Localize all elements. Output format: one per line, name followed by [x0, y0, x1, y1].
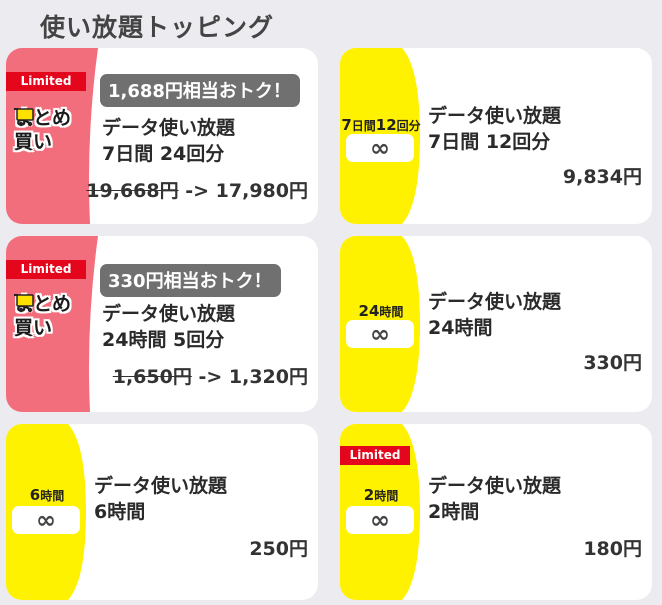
badge-line-2: 買い: [14, 131, 53, 153]
card-band: 6時間 ∞: [6, 424, 88, 600]
plan-title: データ使い放題: [102, 303, 236, 325]
plan-title: データ使い放題: [428, 291, 562, 313]
limited-tag: Limited: [6, 260, 86, 279]
section-title: 使い放題トッピング: [40, 13, 275, 42]
label-unit-a: 時間: [374, 489, 399, 503]
old-price: 1,650円: [112, 366, 192, 388]
label-num-b: 12: [375, 116, 397, 134]
matome-gai-badge: まとめ 買い: [14, 292, 80, 348]
new-price: 17,980円: [215, 180, 308, 202]
topping-card-7days-12[interactable]: 7日間12回分 ∞ データ使い放題 7日間 12回分 9,834円: [340, 48, 652, 224]
plan-subtitle: 7日間 12回分: [428, 131, 551, 153]
label-num-a: 6: [29, 486, 41, 504]
old-price: 19,668円: [86, 180, 179, 202]
topping-card-7days-24[interactable]: Limited まとめ 買い 1,688円相当おトク！ データ使い放題 7日間 …: [6, 48, 318, 224]
label-num-a: 7: [341, 116, 352, 134]
price-line: 1,650円 -> 1,320円: [113, 362, 308, 389]
plan-subtitle: 24時間: [428, 317, 493, 339]
card-band: Limited まとめ 買い: [6, 236, 98, 412]
plan-subtitle: 7日間 24回分: [102, 143, 225, 165]
shopping-cart-icon: [14, 294, 34, 313]
plan-title: データ使い放題: [94, 475, 228, 497]
price-line: 250円: [249, 538, 308, 560]
card-band: 24時間 ∞: [340, 236, 422, 412]
topping-card-6h[interactable]: 6時間 ∞ データ使い放題 6時間 250円: [6, 424, 318, 600]
plan-title: データ使い放題: [428, 475, 562, 497]
limited-tag: Limited: [340, 446, 410, 465]
limited-tag: Limited: [6, 72, 86, 91]
label-unit-b: 回分: [396, 119, 421, 133]
plan-subtitle: 2時間: [428, 501, 480, 523]
price-line: 9,834円: [562, 166, 642, 188]
topping-card-2h[interactable]: Limited 2時間 ∞ データ使い放題 2時間 180円: [340, 424, 652, 600]
label-unit-a: 時間: [379, 305, 404, 319]
duration-label: 24時間: [340, 302, 422, 320]
price-line: 180円: [583, 538, 642, 560]
duration-label: 7日間12回分: [340, 116, 422, 134]
savings-pill: 1,688円相当おトク！: [100, 74, 300, 107]
label-unit-a: 日間: [351, 119, 376, 133]
topping-card-24h-5[interactable]: Limited まとめ 買い 330円相当おトク！ データ使い放題 24時間 5…: [6, 236, 318, 412]
plan-subtitle: 24時間 5回分: [102, 329, 225, 351]
card-band: Limited まとめ 買い: [6, 48, 98, 224]
price-line: 19,668円 -> 17,980円: [86, 176, 308, 203]
plan-title: データ使い放題: [428, 105, 562, 127]
arrow-text: ->: [178, 180, 216, 202]
shopping-cart-icon: [14, 108, 34, 127]
duration-label: 6時間: [6, 486, 88, 504]
card-band: Limited 2時間 ∞: [340, 424, 422, 600]
label-num-a: 2: [363, 486, 375, 504]
duration-label: 2時間: [340, 486, 422, 504]
card-band: 7日間12回分 ∞: [340, 48, 422, 224]
label-unit-a: 時間: [40, 489, 65, 503]
infinity-icon: ∞: [346, 134, 414, 162]
arrow-text: ->: [191, 366, 229, 388]
price-line: 330円: [583, 352, 642, 374]
plan-title: データ使い放題: [102, 117, 236, 139]
plan-subtitle: 6時間: [94, 501, 146, 523]
badge-line-2: 買い: [14, 317, 53, 339]
savings-pill: 330円相当おトク！: [100, 264, 281, 297]
new-price: 1,320円: [228, 366, 308, 388]
infinity-icon: ∞: [346, 320, 414, 348]
topping-card-24h[interactable]: 24時間 ∞ データ使い放題 24時間 330円: [340, 236, 652, 412]
matome-gai-badge: まとめ 買い: [14, 106, 80, 162]
infinity-icon: ∞: [346, 506, 414, 534]
infinity-icon: ∞: [12, 506, 80, 534]
label-num-a: 24: [358, 302, 380, 320]
